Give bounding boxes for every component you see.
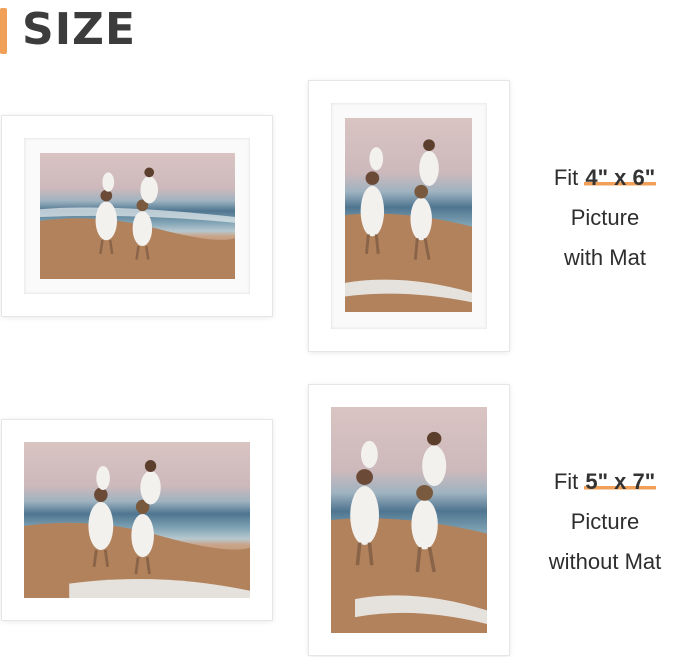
caption-line-picture: Picture [570, 509, 640, 534]
fit-label: Fit [553, 469, 579, 494]
header-accent-bar [0, 8, 7, 54]
frame-landscape-without-mat [2, 420, 272, 620]
size-4x6: 4" x 6" [584, 165, 657, 190]
caption-line-mat: without Mat [548, 549, 662, 574]
frame-landscape-with-mat [2, 116, 272, 316]
fit-label: Fit [553, 165, 579, 190]
beach-family-photo [24, 442, 250, 598]
caption-line-picture: Picture [570, 205, 640, 230]
frame-portrait-with-mat [309, 81, 509, 351]
size-5x7: 5" x 7" [584, 469, 657, 494]
caption-size-line: Fit 5" x 7" [530, 462, 679, 502]
beach-family-photo [345, 118, 472, 312]
caption-without-mat: Fit 5" x 7" Picture without Mat [530, 462, 679, 582]
caption-with-mat: Fit 4" x 6" Picture with Mat [530, 158, 679, 278]
caption-size-line: Fit 4" x 6" [530, 158, 679, 198]
beach-family-photo [40, 153, 235, 279]
caption-line-mat: with Mat [564, 245, 646, 270]
frame-portrait-without-mat [309, 385, 509, 655]
beach-family-photo [331, 407, 487, 633]
page-title: SIZE [22, 4, 137, 55]
